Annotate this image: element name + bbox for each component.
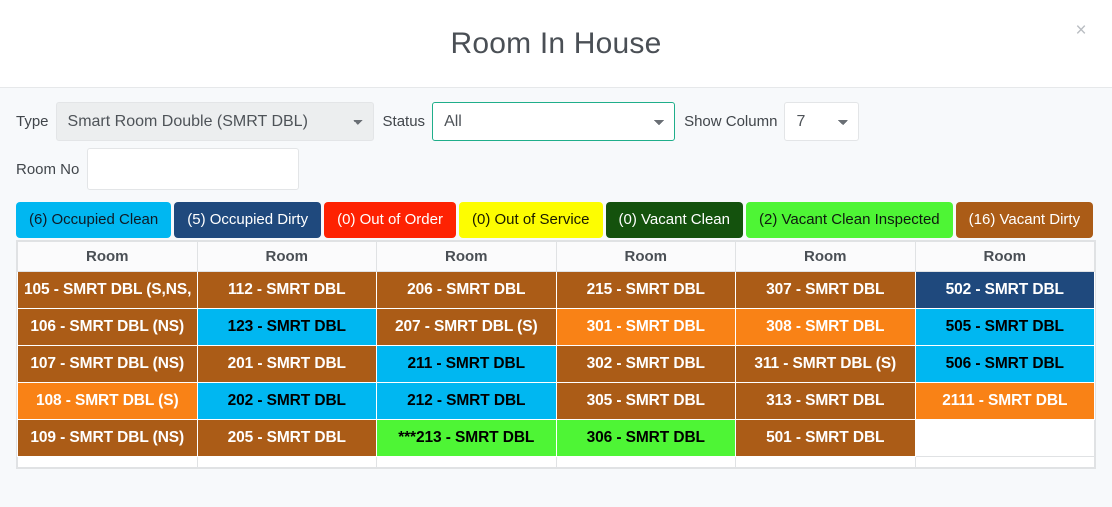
status-legend: (6) Occupied Clean (5) Occupied Dirty (0) … (16, 202, 1096, 238)
table-footer-row (17, 456, 1095, 468)
room-cell[interactable]: 205 - SMRT DBL (196, 419, 377, 457)
room-cell[interactable]: 109 - SMRT DBL (NS) (17, 419, 198, 457)
room-cell[interactable]: 207 - SMRT DBL (S) (376, 308, 557, 346)
legend-button-0[interactable]: (6) Occupied Clean (16, 202, 172, 238)
legend-button-5[interactable]: (2) Vacant Clean Inspected (745, 202, 953, 238)
room-cell[interactable]: 215 - SMRT DBL (555, 271, 736, 309)
column-header-0: Room (17, 241, 198, 272)
table-row: 106 - SMRT DBL (NS) 123 - SMRT DBL 207 - S… (17, 308, 1095, 346)
room-cell[interactable]: 107 - SMRT DBL (NS) (17, 345, 198, 383)
column-header-5: Room (914, 241, 1095, 272)
table-row: 107 - SMRT DBL (NS) 201 - SMRT DBL 211 - S… (17, 345, 1095, 383)
room-cell[interactable]: 123 - SMRT DBL (196, 308, 377, 346)
column-header-4: Room (735, 241, 916, 272)
room-cell[interactable]: 201 - SMRT DBL (196, 345, 377, 383)
room-grid: Room Room Room Room Room Room 105 - SMRT DBL … (17, 241, 1095, 468)
room-cell[interactable]: 505 - SMRT DBL (914, 308, 1095, 346)
room-cell[interactable]: 501 - SMRT DBL (735, 419, 916, 457)
footer-cell (196, 456, 377, 468)
close-icon[interactable]: × (1070, 20, 1092, 42)
room-cell[interactable]: 502 - SMRT DBL (914, 271, 1095, 309)
room-cell[interactable]: 108 - SMRT DBL (S) (17, 382, 198, 420)
legend-button-1[interactable]: (5) Occupied Dirty (174, 202, 322, 238)
type-label: Type (16, 113, 49, 130)
status-label: Status (382, 113, 426, 130)
room-no-label: Room No (16, 160, 80, 178)
page-title: Room In House (450, 26, 662, 60)
column-header-2: Room (376, 241, 557, 272)
table-row: 108 - SMRT DBL (S) 202 - SMRT DBL 212 - SM… (17, 382, 1095, 420)
footer-cell (555, 456, 736, 468)
footer-cell (735, 456, 916, 468)
room-cell[interactable]: 301 - SMRT DBL (555, 308, 736, 346)
room-cell[interactable]: 106 - SMRT DBL (NS) (17, 308, 198, 346)
header-row: Room Room Room Room Room Room (17, 241, 1095, 272)
room-cell[interactable]: 307 - SMRT DBL (735, 271, 916, 309)
room-cell[interactable]: 206 - SMRT DBL (376, 271, 557, 309)
table-row: 105 - SMRT DBL (S,NS, 112 - SMRT DBL 206 -… (17, 271, 1095, 309)
room-no-input[interactable] (87, 148, 300, 190)
room-cell[interactable]: 308 - SMRT DBL (735, 308, 916, 346)
room-cell[interactable]: 313 - SMRT DBL (735, 382, 916, 420)
legend-button-6[interactable]: (16) Vacant Dirty (955, 202, 1094, 238)
room-cell[interactable]: 202 - SMRT DBL (196, 382, 377, 420)
room-cell[interactable]: 211 - SMRT DBL (376, 345, 557, 383)
filter-row-room-no: Room No (16, 148, 1096, 190)
column-header-3: Room (555, 241, 736, 272)
room-cell[interactable]: 311 - SMRT DBL (S) (735, 345, 916, 383)
room-cell-empty (914, 419, 1095, 457)
room-cell[interactable]: 105 - SMRT DBL (S,NS, (17, 271, 198, 309)
modal-body: Type Smart Room Double (SMRT DBL) Status… (0, 88, 1112, 507)
room-in-house-modal: Room In House × Type Smart Room Double (… (0, 0, 1112, 507)
filter-row-primary: Type Smart Room Double (SMRT DBL) Status… (16, 102, 1096, 141)
room-cell[interactable]: 305 - SMRT DBL (555, 382, 736, 420)
show-column-select[interactable]: 7 (784, 102, 860, 141)
footer-cell (17, 456, 198, 468)
room-grid-head: Room Room Room Room Room Room (17, 241, 1095, 272)
room-grid-body: 105 - SMRT DBL (S,NS, 112 - SMRT DBL 206 -… (17, 271, 1095, 468)
legend-button-2[interactable]: (0) Out of Order (324, 202, 456, 238)
column-header-1: Room (196, 241, 377, 272)
legend-button-3[interactable]: (0) Out of Service (458, 202, 603, 238)
room-cell[interactable]: 112 - SMRT DBL (196, 271, 377, 309)
modal-header: Room In House × (0, 0, 1112, 88)
room-cell[interactable]: 306 - SMRT DBL (555, 419, 736, 457)
legend-button-4[interactable]: (0) Vacant Clean (605, 202, 743, 238)
room-cell[interactable]: 302 - SMRT DBL (555, 345, 736, 383)
room-cell[interactable]: ***213 - SMRT DBL (376, 419, 557, 457)
table-row: 109 - SMRT DBL (NS) 205 - SMRT DBL ***213 … (17, 419, 1095, 457)
type-select[interactable]: Smart Room Double (SMRT DBL) (55, 102, 374, 141)
footer-cell (376, 456, 557, 468)
status-select[interactable]: All (432, 102, 676, 141)
show-column-label: Show Column (684, 113, 778, 130)
room-grid-container: Room Room Room Room Room Room 105 - SMRT DBL … (16, 240, 1096, 469)
room-cell[interactable]: 506 - SMRT DBL (914, 345, 1095, 383)
footer-cell (914, 456, 1095, 468)
room-cell[interactable]: 212 - SMRT DBL (376, 382, 557, 420)
room-cell[interactable]: 2111 - SMRT DBL (914, 382, 1095, 420)
